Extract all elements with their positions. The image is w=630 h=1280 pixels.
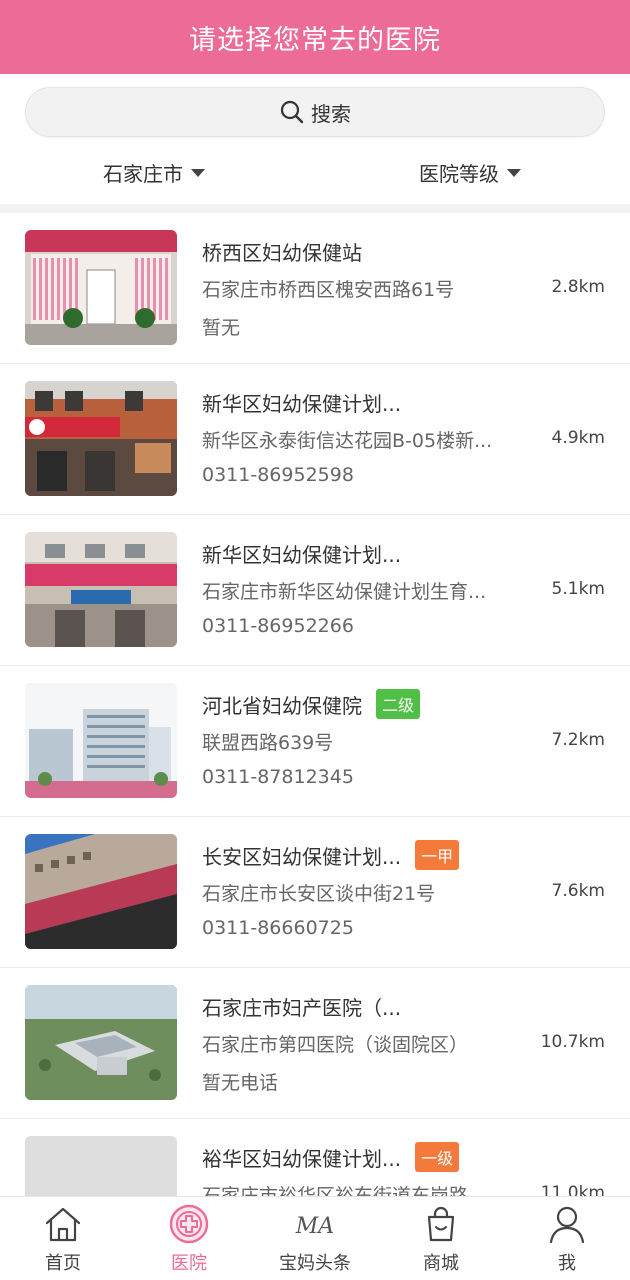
hospital-distance: 7.6km [551, 881, 605, 901]
hospital-phone: 0311-87812345 [202, 766, 354, 788]
hospital-address: 石家庄市第四医院（谈固院区） [202, 1034, 469, 1056]
search-placeholder: 搜索 [311, 101, 351, 126]
level-filter-label: 医院等级 [419, 162, 499, 186]
hospital-row[interactable]: 桥西区妇幼保健站 石家庄市桥西区槐安西路61号 暂无 2.8km [0, 213, 630, 364]
hospital-row[interactable]: 长安区妇幼保健计划... 一甲 石家庄市长安区谈中街21号 0311-86660… [0, 817, 630, 968]
hospital-level-badge: 二级 [376, 689, 421, 719]
hospital-distance: 5.1km [551, 579, 605, 599]
hospital-level-badge: 一甲 [415, 840, 460, 870]
city-filter[interactable]: 石家庄市 [103, 158, 205, 187]
section-divider [0, 204, 630, 213]
hospital-name-line: 裕华区妇幼保健计划... 一级 [202, 1142, 460, 1172]
caret-down-icon [191, 168, 205, 177]
hospital-name: 新华区妇幼保健计划... [202, 391, 402, 416]
hospital-cross-icon [169, 1204, 209, 1244]
hospital-distance: 2.8km [551, 277, 605, 297]
tab-hospital[interactable]: 医院 [126, 1197, 252, 1280]
hospital-name: 石家庄市妇产医院（... [202, 995, 402, 1020]
hospital-list: 桥西区妇幼保健站 石家庄市桥西区槐安西路61号 暂无 2.8km 新华区妇幼保健… [0, 213, 630, 1196]
hospital-photo [25, 532, 177, 647]
hospital-name: 长安区妇幼保健计划... [202, 844, 402, 869]
hospital-name: 裕华区妇幼保健计划... [202, 1146, 402, 1171]
level-filter[interactable]: 医院等级 [419, 158, 521, 187]
hospital-name: 新华区妇幼保健计划... [202, 542, 402, 567]
news-logo-icon: MA [295, 1214, 334, 1239]
caret-down-icon [507, 168, 521, 177]
hospital-photo [25, 381, 177, 496]
hospital-address: 石家庄市新华区幼保健计划生育... [202, 581, 487, 603]
city-filter-label: 石家庄市 [103, 162, 183, 186]
hospital-row[interactable]: 新华区妇幼保健计划... 石家庄市新华区幼保健计划生育... 0311-8695… [0, 515, 630, 666]
hospital-row[interactable]: 新华区妇幼保健计划... 新华区永泰街信达花园B-05楼新... 0311-86… [0, 364, 630, 515]
search-icon [280, 100, 304, 124]
hospital-address: 石家庄市桥西区槐安西路61号 [202, 279, 455, 301]
hospital-photo [25, 230, 177, 345]
hospital-phone: 暂无 [202, 317, 241, 339]
tab-home[interactable]: 首页 [0, 1197, 126, 1280]
hospital-name-line: 石家庄市妇产医院（... [202, 992, 401, 1020]
shopping-bag-icon [427, 1206, 455, 1242]
search-input[interactable]: 搜索 [25, 87, 605, 137]
hospital-name-line: 长安区妇幼保健计划... 一甲 [202, 840, 460, 870]
hospital-level-badge: 一级 [415, 1142, 460, 1172]
hospital-address: 联盟西路639号 [202, 732, 334, 754]
hospital-phone: 0311-86952598 [202, 464, 354, 486]
tab-mall-label: 商城 [423, 1253, 459, 1274]
tab-mall[interactable]: 商城 [378, 1197, 504, 1280]
hospital-name-line: 桥西区妇幼保健站 [202, 237, 362, 265]
filter-bar: 石家庄市 医院等级 [0, 150, 630, 204]
news-logo-text: MA [295, 1214, 334, 1239]
hospital-address: 石家庄市裕华区裕东街道东岗路 [202, 1185, 469, 1196]
hospital-row[interactable]: 河北省妇幼保健院 二级 联盟西路639号 0311-87812345 7.2km [0, 666, 630, 817]
tab-me[interactable]: 我 [504, 1197, 630, 1280]
hospital-photo [25, 834, 177, 949]
tab-news-label: 宝妈头条 [279, 1253, 351, 1274]
bottom-tab-bar: 首页 医院 MA 宝妈头条 商城 我 [0, 1196, 630, 1280]
tab-news[interactable]: MA 宝妈头条 [252, 1197, 378, 1280]
hospital-photo-placeholder [25, 1136, 177, 1196]
app-header: 请选择您常去的医院 [0, 0, 630, 74]
hospital-phone: 0311-86952266 [202, 615, 354, 637]
page-title: 请选择您常去的医院 [189, 24, 441, 56]
tab-me-label: 我 [558, 1253, 576, 1274]
hospital-distance: 11.0km [540, 1183, 605, 1196]
hospital-name-line: 新华区妇幼保健计划... [202, 388, 401, 416]
hospital-photo [25, 985, 177, 1100]
tab-hospital-label: 医院 [171, 1253, 207, 1274]
hospital-row[interactable]: 裕华区妇幼保健计划... 一级 石家庄市裕华区裕东街道东岗路 11.0km [0, 1119, 630, 1196]
hospital-name: 河北省妇幼保健院 [202, 693, 362, 718]
hospital-address: 新华区永泰街信达花园B-05楼新... [202, 430, 493, 452]
hospital-name-line: 河北省妇幼保健院 二级 [202, 689, 421, 719]
hospital-phone: 0311-86660725 [202, 917, 354, 939]
hospital-row[interactable]: 石家庄市妇产医院（... 石家庄市第四医院（谈固院区） 暂无电话 10.7km [0, 968, 630, 1119]
hospital-distance: 7.2km [551, 730, 605, 750]
hospital-photo [25, 683, 177, 798]
hospital-distance: 4.9km [551, 428, 605, 448]
home-icon [45, 1207, 81, 1242]
hospital-name: 桥西区妇幼保健站 [202, 240, 362, 265]
search-bar-area: 搜索 [0, 74, 630, 150]
user-icon [549, 1206, 585, 1244]
hospital-distance: 10.7km [540, 1032, 605, 1052]
hospital-phone: 暂无电话 [202, 1072, 279, 1094]
hospital-name-line: 新华区妇幼保健计划... [202, 539, 401, 567]
hospital-address: 石家庄市长安区谈中街21号 [202, 883, 436, 905]
tab-home-label: 首页 [45, 1253, 81, 1274]
